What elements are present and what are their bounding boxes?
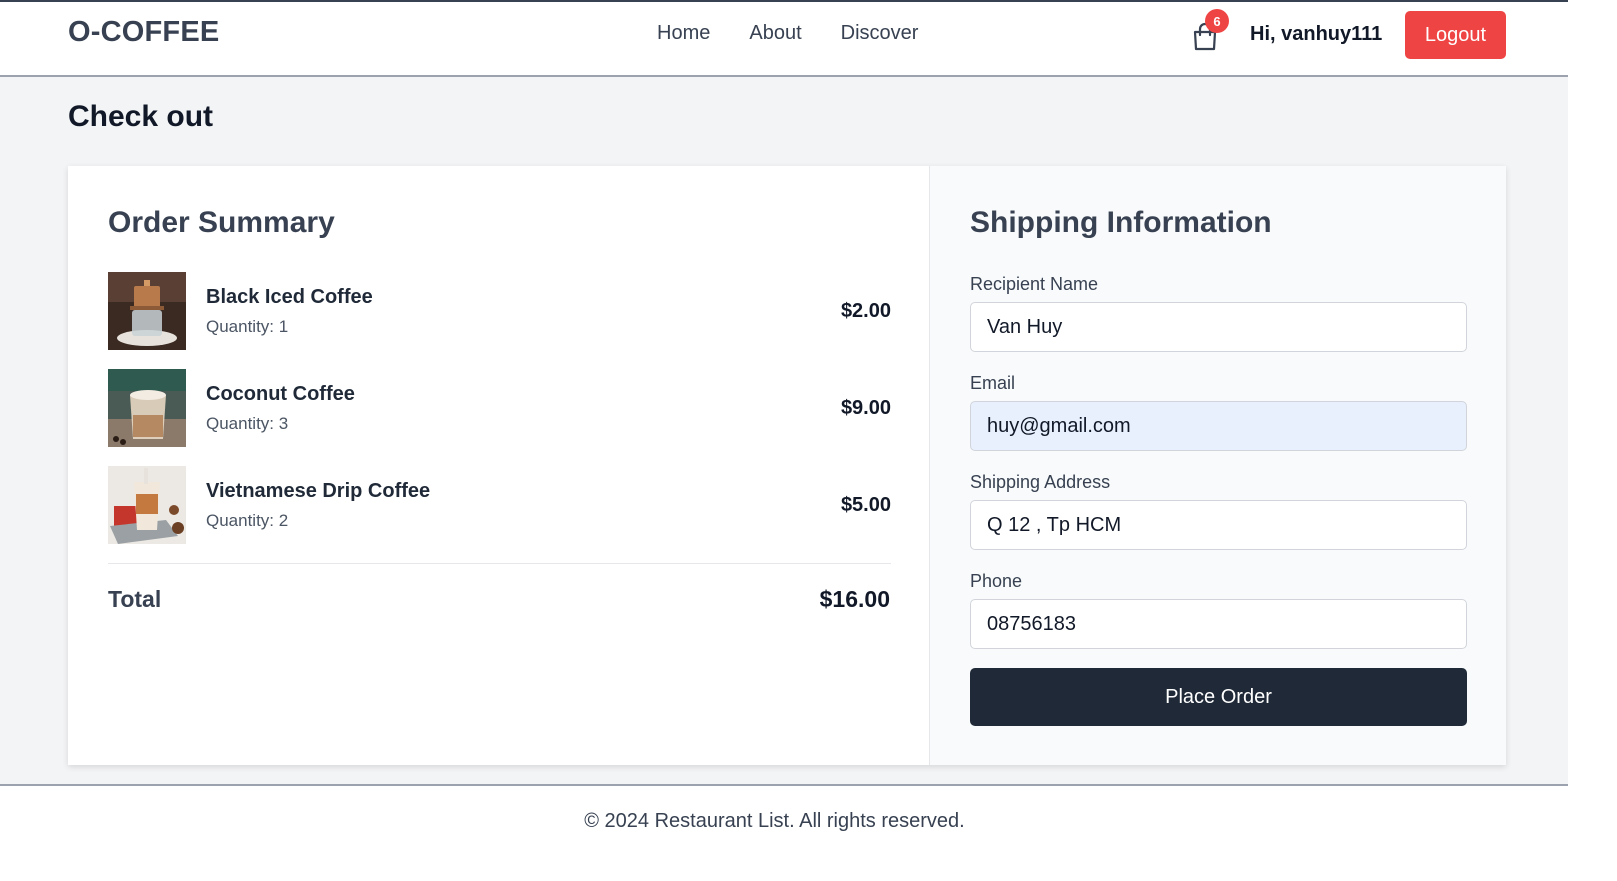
coconut-coffee-image bbox=[108, 369, 186, 447]
footer-copyright: © 2024 Restaurant List. All rights reser… bbox=[584, 810, 965, 832]
order-item: Coconut Coffee Quantity: 3 $9.00 bbox=[108, 369, 891, 447]
user-greeting: Hi, vanhuy111 bbox=[1250, 23, 1383, 45]
item-name: Vietnamese Drip Coffee bbox=[206, 479, 431, 502]
item-quantity: Quantity: 3 bbox=[206, 413, 289, 433]
shipping-address-label: Shipping Address bbox=[970, 472, 1111, 492]
order-summary-title: Order Summary bbox=[108, 206, 335, 239]
nav-discover-link[interactable]: Discover bbox=[841, 22, 919, 45]
email-group: Email bbox=[970, 373, 1467, 451]
item-name: Black Iced Coffee bbox=[206, 285, 373, 308]
black-iced-coffee-image bbox=[108, 272, 186, 350]
window-side-area bbox=[1568, 0, 1617, 881]
cart-count-badge: 6 bbox=[1205, 9, 1229, 33]
site-footer: © 2024 Restaurant List. All rights reser… bbox=[0, 784, 1568, 881]
item-price: $9.00 bbox=[840, 397, 891, 419]
item-quantity: Quantity: 1 bbox=[206, 316, 289, 336]
main-nav: Home About Discover bbox=[657, 22, 918, 45]
checkout-card: Order Summary Black Iced Coffee Quantity… bbox=[68, 166, 1506, 765]
nav-about-link[interactable]: About bbox=[749, 22, 801, 45]
phone-group: Phone bbox=[970, 571, 1467, 649]
item-quantity: Quantity: 2 bbox=[206, 510, 289, 530]
recipient-name-group: Recipient Name bbox=[970, 274, 1467, 352]
shipping-address-group: Shipping Address bbox=[970, 472, 1467, 550]
logout-button[interactable]: Logout bbox=[1405, 11, 1506, 59]
email-label: Email bbox=[970, 373, 1016, 393]
email-field[interactable] bbox=[970, 401, 1467, 451]
site-header: O-COFFEE Home About Discover 6 Hi, vanhu… bbox=[0, 2, 1568, 77]
shipping-address-field[interactable] bbox=[970, 500, 1467, 550]
total-label: Total bbox=[108, 586, 162, 612]
order-item: Black Iced Coffee Quantity: 1 $2.00 bbox=[108, 272, 891, 350]
shipping-panel: Shipping Information Recipient Name Emai… bbox=[930, 166, 1506, 765]
recipient-name-field[interactable] bbox=[970, 302, 1467, 352]
nav-home-link[interactable]: Home bbox=[657, 22, 710, 45]
brand-logo[interactable]: O-COFFEE bbox=[68, 16, 219, 49]
page-title: Check out bbox=[68, 100, 214, 133]
item-price: $5.00 bbox=[840, 494, 891, 516]
place-order-button[interactable]: Place Order bbox=[970, 668, 1467, 726]
order-item: Vietnamese Drip Coffee Quantity: 2 $5.00 bbox=[108, 466, 891, 544]
vietnamese-drip-coffee-image bbox=[108, 466, 186, 544]
order-summary-panel: Order Summary Black Iced Coffee Quantity… bbox=[68, 166, 930, 765]
phone-label: Phone bbox=[970, 571, 1023, 591]
order-items-list: Black Iced Coffee Quantity: 1 $2.00 Coco… bbox=[108, 272, 891, 563]
item-price: $2.00 bbox=[840, 300, 891, 322]
item-name: Coconut Coffee bbox=[206, 382, 355, 405]
shipping-title: Shipping Information bbox=[970, 206, 1272, 239]
summary-divider bbox=[108, 563, 891, 564]
phone-field[interactable] bbox=[970, 599, 1467, 649]
recipient-name-label: Recipient Name bbox=[970, 274, 1099, 294]
total-value: $16.00 bbox=[819, 586, 890, 612]
